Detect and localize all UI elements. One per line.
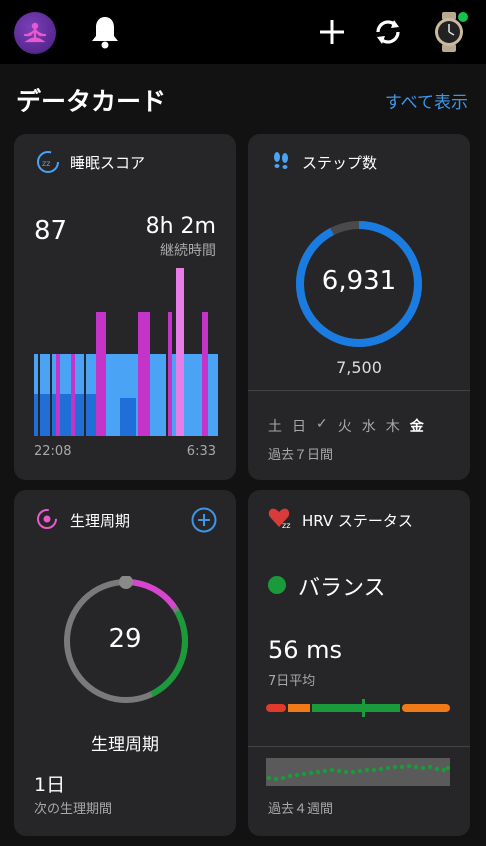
add-cycle-icon[interactable] <box>190 506 218 534</box>
sleep-duration-value: 8h 2m <box>145 214 216 239</box>
awake-segment <box>176 268 184 436</box>
hrv-trend-chart <box>266 758 450 786</box>
steps-value: 6,931 <box>321 266 397 296</box>
top-bar <box>0 0 486 64</box>
awake-gap <box>84 354 86 436</box>
hrv-status-value: バランス <box>298 576 386 601</box>
cycle-icon <box>37 509 57 529</box>
steps-title: ステップ数 <box>302 154 378 172</box>
sleep-stages-chart <box>34 268 218 436</box>
rem-sleep-segment <box>71 354 75 436</box>
rem-sleep-segment <box>202 312 208 436</box>
sync-icon[interactable] <box>370 14 406 50</box>
day-label: 火 <box>337 419 352 435</box>
cycle-center-label: 生理周期 <box>91 735 159 755</box>
hrv-period: 過去４週間 <box>268 802 334 817</box>
next-period-value: 1日 <box>34 774 66 796</box>
page-title: データカード <box>16 87 167 116</box>
sleep-title: 睡眠スコア <box>70 154 146 172</box>
steps-card[interactable]: ステップ数 6,931 7,500 土 日 ✓ 火 水 木 金 過去７日間 <box>248 134 470 480</box>
hrv-value: 56 ms <box>268 636 343 664</box>
next-period-label: 次の生理期間 <box>34 802 113 817</box>
heart-sleep-icon: zz <box>268 508 290 530</box>
day-label: 木 <box>385 419 400 435</box>
hrv-range-bar <box>266 699 450 717</box>
awake-gap <box>166 354 168 436</box>
cycle-day-value: 29 <box>108 624 142 654</box>
awake-gap <box>50 354 52 436</box>
svg-text:zz: zz <box>42 159 50 168</box>
see-all-link[interactable]: すべて表示 <box>385 88 468 113</box>
hrv-title: HRV ステータス <box>302 512 413 530</box>
awake-gap <box>38 354 40 436</box>
svg-text:zz: zz <box>282 521 290 530</box>
hrv-status-card[interactable]: zz HRV ステータス バランス 56 ms 7日平均 過去４週間 <box>248 490 470 836</box>
profile-avatar[interactable] <box>14 12 56 54</box>
menstrual-cycle-card[interactable]: 生理周期 29 生理周期 1日 次の生理期間 <box>14 490 236 836</box>
rem-sleep-segment <box>168 312 172 436</box>
rem-sleep-segment <box>138 312 150 436</box>
hrv-value-label: 7日平均 <box>268 674 316 689</box>
steps-goal: 7,500 <box>336 358 382 377</box>
hrv-status-dot <box>268 576 286 594</box>
sleep-score-card[interactable]: zz 睡眠スコア 87 8h 2m 継続時間 22:08 6:33 <box>14 134 236 480</box>
bell-icon[interactable] <box>88 14 122 50</box>
cycle-position-marker <box>119 576 133 589</box>
day-label: 土 <box>268 419 282 435</box>
sleep-icon: zz <box>37 151 59 173</box>
deep-sleep-segment <box>120 398 136 436</box>
meditation-icon <box>23 22 47 43</box>
steps-period: 過去７日間 <box>268 448 334 463</box>
sleep-end-time: 6:33 <box>186 444 216 459</box>
day-label: 水 <box>361 419 376 435</box>
cycle-title: 生理周期 <box>70 512 131 530</box>
divider <box>248 746 470 747</box>
deep-sleep-segment <box>34 394 98 436</box>
day-label-today: 金 <box>409 419 424 435</box>
rem-sleep-segment <box>56 354 60 436</box>
day-label: 日 <box>292 419 306 435</box>
sleep-duration-label: 継続時間 <box>160 243 216 259</box>
day-label: ✓ <box>316 416 328 432</box>
week-days-row: 土 日 ✓ 火 水 木 金 <box>268 416 424 436</box>
sleep-score-value: 87 <box>34 216 68 246</box>
sleep-start-time: 22:08 <box>34 444 72 459</box>
device-connected-badge <box>458 12 468 22</box>
rem-sleep-segment <box>96 312 106 436</box>
add-icon[interactable] <box>316 16 348 48</box>
hrv-marker <box>362 699 365 717</box>
footprints-icon <box>274 152 288 169</box>
divider <box>248 390 470 391</box>
